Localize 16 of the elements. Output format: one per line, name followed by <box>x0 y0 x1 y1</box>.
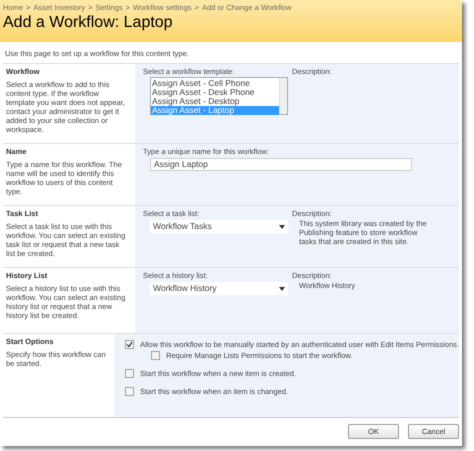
checkbox[interactable] <box>125 340 134 349</box>
list-dropdown[interactable]: Workflow Tasks <box>150 220 288 233</box>
caret-icon <box>279 224 285 228</box>
check-icon <box>126 341 134 348</box>
checkbox[interactable] <box>151 351 160 360</box>
checkbox[interactable] <box>125 387 134 396</box>
list-dropdown[interactable]: Workflow History <box>150 282 288 295</box>
template-listbox[interactable]: Assign Asset - Cell Phone Assign Asset - Desk Phone Assign Asset - Desktop Assign Asset - Laptop <box>150 77 288 115</box>
name-field[interactable]: Assign Laptop <box>150 158 412 171</box>
listbox-option[interactable]: Assign Asset - Desktop <box>151 97 279 106</box>
page-title: Add a Workflow: Laptop <box>3 13 174 33</box>
checkbox[interactable] <box>125 369 134 378</box>
listbox-option[interactable]: Assign Asset - Cell Phone <box>151 79 279 88</box>
listbox-option[interactable]: Assign Asset - Desk Phone <box>151 88 279 97</box>
caret-icon <box>279 286 285 290</box>
scrollbar[interactable] <box>279 78 287 114</box>
